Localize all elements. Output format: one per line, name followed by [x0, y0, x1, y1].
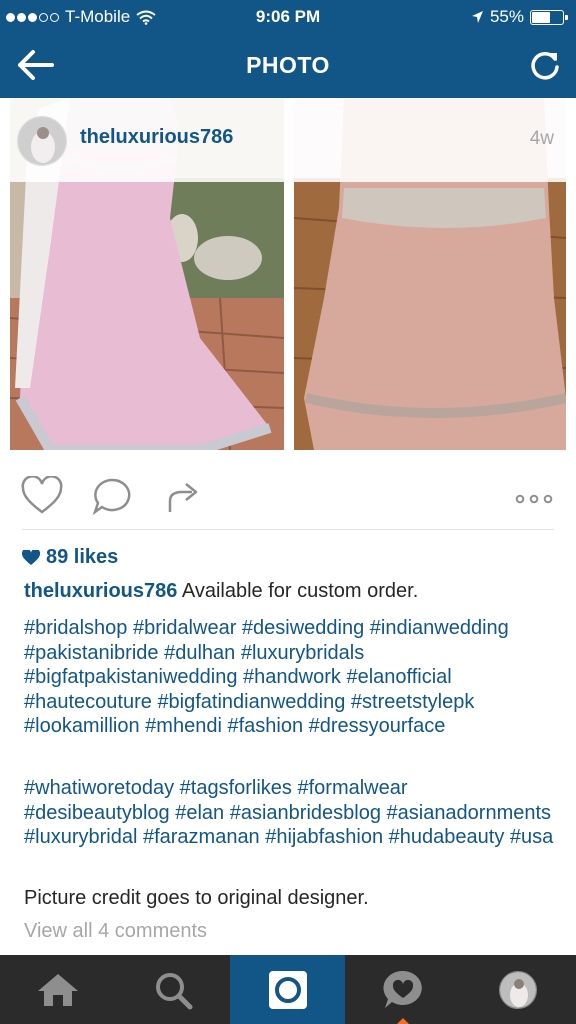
- home-icon: [37, 973, 78, 1006]
- hashtags-block-2[interactable]: #whatiworetoday #tagsforlikes #formalwea…: [24, 776, 554, 850]
- caption: theluxurious786 Available for custom ord…: [24, 579, 554, 604]
- comment-icon[interactable]: [90, 476, 134, 516]
- likes-label: 89 likes: [46, 546, 119, 568]
- view-comments-link[interactable]: View all 4 comments: [24, 920, 207, 943]
- tab-activity[interactable]: [345, 955, 460, 1024]
- refresh-icon[interactable]: [528, 47, 562, 83]
- page-title: PHOTO: [246, 52, 330, 78]
- likes-count[interactable]: 89 likes: [22, 546, 118, 569]
- status-bar: T-Mobile 9:06 PM 55%: [0, 0, 576, 34]
- battery-percent: 55%: [489, 7, 524, 26]
- tab-bar: [0, 955, 576, 1024]
- battery-icon: [530, 9, 568, 25]
- post-username[interactable]: theluxurious786: [80, 126, 233, 149]
- likes-heart-icon: [22, 549, 40, 565]
- post-age: 4w: [529, 128, 554, 149]
- divider: [22, 529, 554, 530]
- more-icon[interactable]: [512, 476, 556, 516]
- top-bar: T-Mobile 9:06 PM 55% PHOTO: [0, 0, 576, 98]
- hashtags-block-1[interactable]: #bridalshop #bridalwear #desiwedding #in…: [24, 616, 554, 739]
- profile-avatar: [499, 970, 537, 1009]
- notification-marker: [396, 1018, 409, 1024]
- tab-camera[interactable]: [230, 955, 345, 1024]
- share-icon[interactable]: [160, 476, 204, 516]
- credit-text: Picture credit goes to original designer…: [24, 887, 369, 909]
- camera-icon: [268, 970, 307, 1009]
- heart-icon[interactable]: [20, 476, 64, 516]
- tab-home[interactable]: [0, 955, 115, 1024]
- caption-text: Available for custom order.: [181, 580, 419, 602]
- search-icon: [155, 972, 192, 1009]
- location-icon: [471, 11, 483, 23]
- caption-username[interactable]: theluxurious786: [24, 580, 177, 602]
- tab-profile[interactable]: [460, 955, 576, 1024]
- avatar[interactable]: [17, 116, 67, 166]
- post-actions: [0, 470, 576, 522]
- tab-search[interactable]: [115, 955, 230, 1024]
- activity-icon: [382, 970, 422, 1008]
